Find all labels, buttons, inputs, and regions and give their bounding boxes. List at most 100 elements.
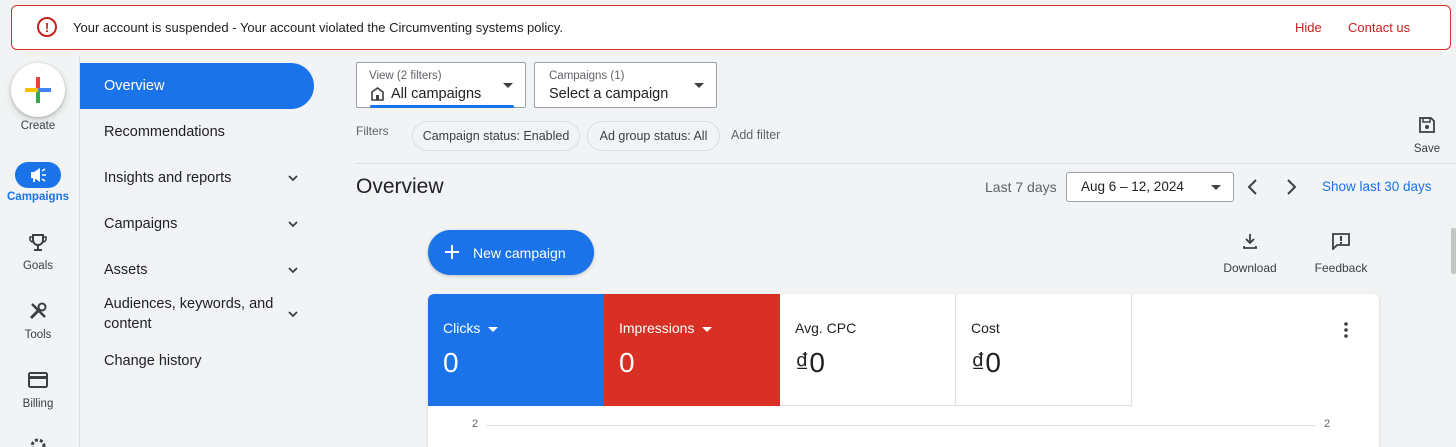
gear-icon: [30, 438, 46, 447]
alert-message: Your account is suspended - Your account…: [73, 20, 563, 35]
settings-rail-button[interactable]: [27, 435, 49, 447]
megaphone-icon: [31, 168, 46, 182]
save-button[interactable]: Save: [1410, 116, 1444, 155]
save-icon: [1419, 117, 1435, 133]
download-label: Download: [1223, 261, 1277, 275]
metric-impressions[interactable]: Impressions 0: [604, 294, 780, 406]
filter-chip-label: Ad group status: All: [599, 129, 708, 143]
nav-item-campaigns[interactable]: Campaigns: [80, 201, 314, 247]
caret-down-icon: [1211, 185, 1221, 190]
metric-value: 0: [619, 347, 635, 378]
nav-item-overview[interactable]: Overview: [80, 63, 314, 109]
view-selector-caption: View (2 filters): [369, 70, 442, 82]
suspension-alert: ! Your account is suspended - Your accou…: [11, 5, 1451, 50]
filter-chip-ad-group-status[interactable]: Ad group status: All: [587, 121, 720, 151]
campaigns-rail-label: Campaigns: [7, 191, 69, 203]
feedback-label: Feedback: [1314, 261, 1368, 275]
metric-value: 0: [443, 347, 459, 378]
view-selector-value: All campaigns: [391, 86, 482, 102]
error-icon: !: [37, 17, 57, 37]
previous-period-icon[interactable]: [1243, 177, 1263, 197]
campaign-selector-caption: Campaigns (1): [549, 70, 625, 82]
goals-label: Goals: [22, 260, 54, 272]
date-range-value: Aug 6 – 12, 2024: [1081, 179, 1184, 194]
plus-icon: [445, 245, 459, 259]
performance-card: Clicks 0 Impressions 0 Avg. CPC ₫0 Cost …: [428, 294, 1379, 447]
chevron-down-icon: [288, 175, 298, 182]
campaign-selector[interactable]: Campaigns (1) Select a campaign: [534, 62, 717, 108]
metric-row-spacer: [1132, 405, 1379, 406]
goals-rail-button[interactable]: [27, 232, 49, 254]
tools-icon: [29, 302, 47, 320]
nav-panel: Overview Recommendations Insights and re…: [80, 55, 336, 447]
left-rail: Create Campaigns Goals Tools Billing: [0, 55, 80, 447]
create-button[interactable]: [11, 63, 65, 117]
filters-label: Filters: [356, 124, 389, 138]
nav-item-label: Overview: [104, 78, 165, 94]
credit-card-icon: [28, 372, 48, 388]
contact-us-link[interactable]: Contact us: [1348, 20, 1410, 35]
next-period-icon[interactable]: [1281, 177, 1301, 197]
date-range-picker[interactable]: Aug 6 – 12, 2024: [1066, 172, 1234, 202]
caret-down-icon: [503, 83, 513, 88]
metric-dropdown-icon: [702, 326, 713, 332]
billing-rail-button[interactable]: [27, 369, 49, 391]
page-scrollbar[interactable]: [1451, 228, 1456, 274]
campaigns-rail-button[interactable]: [15, 162, 61, 188]
nav-item-label: Insights and reports: [104, 170, 232, 186]
metric-value: ₫0: [971, 347, 1001, 378]
nav-item-label: Audiences, keywords, and content: [104, 296, 274, 332]
nav-item-label: Change history: [104, 353, 202, 369]
more-vert-icon[interactable]: [1338, 320, 1354, 340]
save-label: Save: [1413, 143, 1441, 155]
building-icon: [371, 87, 384, 101]
chart-axis-left-tick: 2: [472, 418, 479, 430]
chevron-down-icon: [288, 311, 298, 318]
metric-clicks[interactable]: Clicks 0: [428, 294, 604, 406]
nav-item-label: Campaigns: [104, 216, 178, 232]
show-last-30-days-link[interactable]: Show last 30 days: [1322, 179, 1432, 194]
plus-multicolor-icon: [25, 77, 51, 103]
chart-axis-right-tick: 2: [1324, 418, 1331, 430]
date-range-label: Last 7 days: [985, 179, 1057, 195]
trophy-icon: [29, 234, 47, 251]
tools-rail-button[interactable]: [27, 300, 49, 322]
new-campaign-label: New campaign: [473, 244, 566, 261]
metric-value: ₫0: [795, 347, 825, 378]
view-selector-underline: [370, 105, 514, 108]
nav-item-assets[interactable]: Assets: [80, 247, 314, 293]
nav-item-change-history[interactable]: Change history: [80, 338, 314, 384]
hide-alert-link[interactable]: Hide: [1295, 20, 1322, 35]
filter-chip-label: Campaign status: Enabled: [422, 129, 570, 143]
chevron-down-icon: [288, 267, 298, 274]
add-filter-button[interactable]: Add filter: [731, 128, 780, 142]
nav-item-label: Recommendations: [104, 124, 225, 140]
new-campaign-button[interactable]: New campaign: [428, 230, 594, 275]
metric-dropdown-icon: [488, 326, 499, 332]
create-label: Create: [20, 120, 56, 132]
download-button[interactable]: Download: [1222, 232, 1278, 275]
app-root: ! Your account is suspended - Your accou…: [0, 0, 1456, 447]
metric-avg-cpc[interactable]: Avg. CPC ₫0: [780, 294, 956, 406]
tools-label: Tools: [24, 329, 52, 341]
nav-item-insights[interactable]: Insights and reports: [80, 155, 314, 201]
chevron-down-icon: [288, 221, 298, 228]
nav-item-label: Assets: [104, 262, 148, 278]
view-selector[interactable]: View (2 filters) All campaigns: [356, 62, 526, 108]
metric-cost[interactable]: Cost ₫0: [956, 294, 1132, 406]
filter-chip-campaign-status[interactable]: Campaign status: Enabled: [412, 121, 580, 151]
caret-down-icon: [694, 83, 704, 88]
feedback-icon: [1332, 233, 1350, 252]
metric-name: Impressions: [619, 320, 695, 336]
download-icon: [1243, 234, 1257, 249]
header-divider: [356, 163, 1456, 164]
page-title: Overview: [356, 175, 444, 198]
metric-name: Avg. CPC: [795, 320, 857, 336]
chart-gridline: [486, 425, 1316, 426]
nav-item-recommendations[interactable]: Recommendations: [80, 109, 314, 155]
metric-name: Cost: [971, 320, 1000, 336]
feedback-button[interactable]: Feedback: [1312, 232, 1370, 275]
nav-item-audiences[interactable]: Audiences, keywords, and content: [80, 291, 314, 337]
campaign-selector-value: Select a campaign: [549, 86, 669, 102]
metric-name: Clicks: [443, 320, 481, 336]
